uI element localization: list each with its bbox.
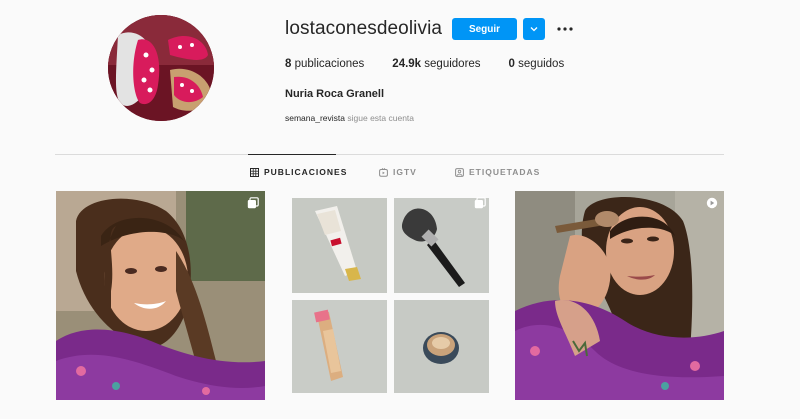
post-tile-1[interactable] (56, 191, 265, 400)
stat-posts-label: publicaciones (294, 58, 365, 70)
stat-following-label: seguidos (518, 58, 565, 70)
post-tile-3[interactable] (515, 191, 724, 400)
profile-full-name: Nuria Roca Granell (285, 88, 385, 100)
tagged-icon (455, 167, 464, 177)
grid-icon (250, 167, 259, 177)
post-image-makeup-brush (515, 191, 724, 400)
stat-followers-count: 24.9k (392, 58, 422, 70)
stat-posts: 8 publicaciones (285, 58, 364, 70)
follow-button[interactable]: Seguir (452, 18, 517, 40)
tab-etiquetadas[interactable]: ETIQUETADAS (455, 167, 540, 177)
tab-label: PUBLICACIONES (264, 167, 348, 177)
stat-posts-count: 8 (285, 58, 292, 70)
chevron-down-icon (530, 27, 538, 32)
profile-avatar[interactable] (108, 15, 214, 121)
avatar-image (108, 15, 214, 121)
profile-tabs: PUBLICACIONES IGTV ETIQUETADAS (0, 167, 800, 181)
more-options-button[interactable] (555, 18, 575, 40)
stat-followers-label: seguidores (424, 58, 481, 70)
tab-igtv[interactable]: IGTV (379, 167, 417, 177)
post-tile-2[interactable] (285, 191, 494, 400)
followed-by-text: sigue esta cuenta (347, 113, 415, 123)
tab-label: IGTV (393, 167, 417, 177)
post-image-selfie (56, 191, 265, 400)
followed-by: semana_revista sigue esta cuenta (285, 113, 414, 123)
profile-stats: 8 publicaciones 24.9k seguidores 0 segui… (285, 58, 592, 70)
tab-publicaciones[interactable]: PUBLICACIONES (250, 167, 347, 177)
stat-followers[interactable]: 24.9k seguidores (392, 58, 480, 70)
profile-username: lostaconesdeolivia (285, 18, 443, 39)
stat-following[interactable]: 0 seguidos (509, 58, 565, 70)
post-image-makeup-products (285, 191, 494, 400)
tab-label: ETIQUETADAS (469, 167, 541, 177)
followed-by-user[interactable]: semana_revista (285, 113, 345, 123)
igtv-icon (379, 167, 388, 177)
stat-following-count: 0 (508, 58, 515, 70)
active-tab-indicator (248, 154, 336, 155)
suggestions-dropdown-button[interactable] (523, 18, 545, 40)
carousel-icon (247, 197, 259, 209)
more-dots-icon (557, 27, 573, 31)
video-icon (706, 197, 718, 209)
carousel-icon (474, 197, 486, 209)
tabs-divider (55, 154, 724, 155)
